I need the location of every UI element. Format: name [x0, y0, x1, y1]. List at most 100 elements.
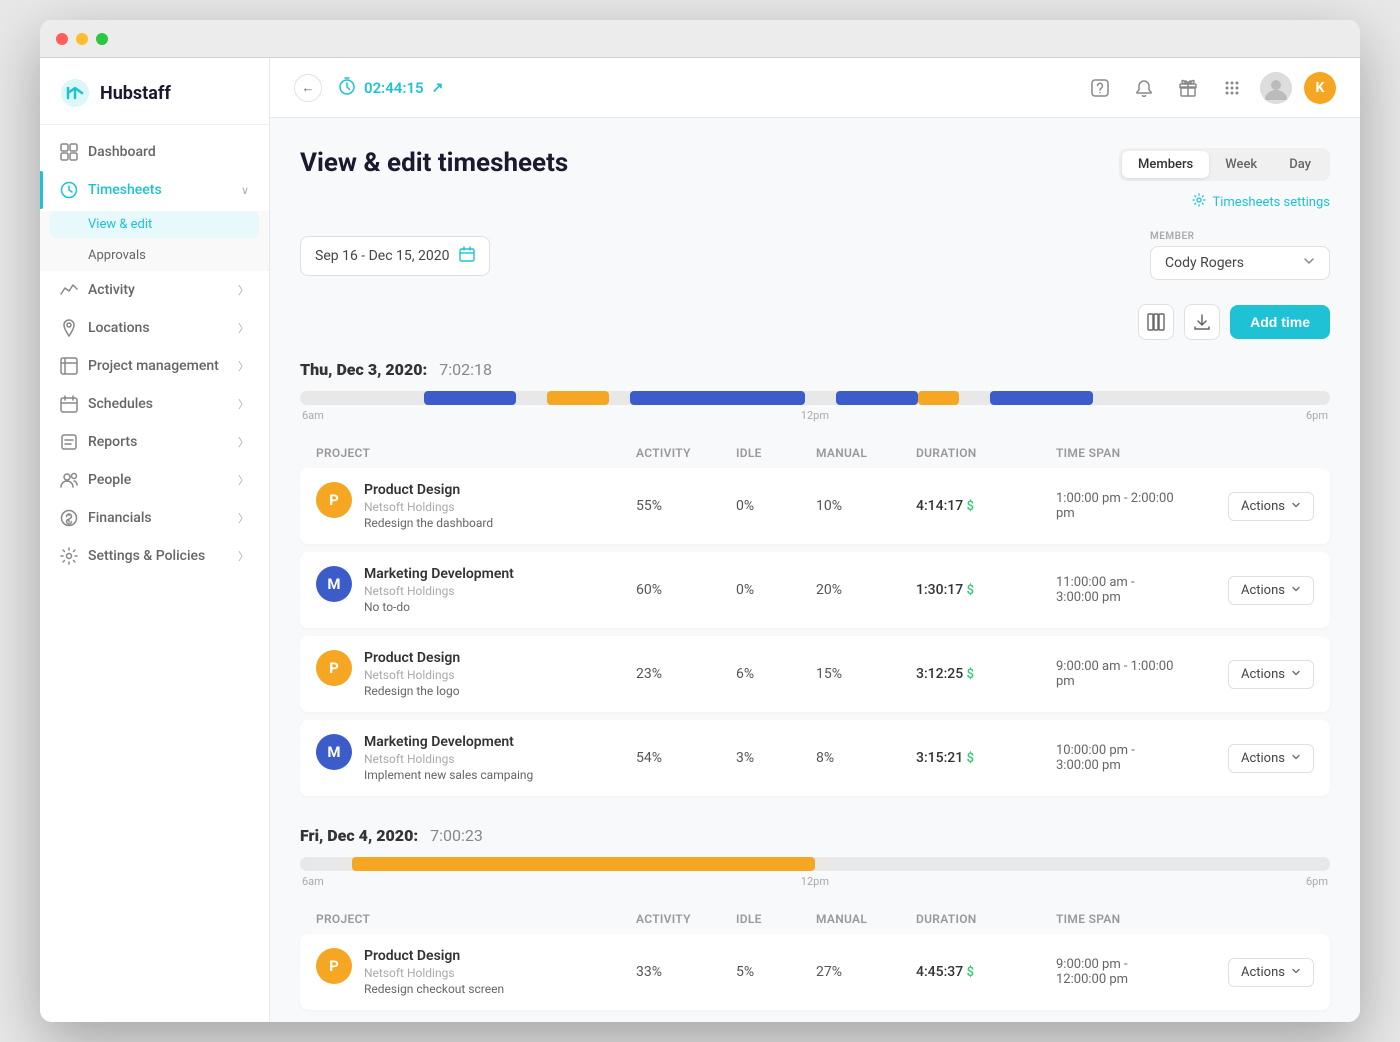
actions-button[interactable]: Actions [1228, 958, 1314, 987]
activity-icon [60, 281, 78, 299]
chevron-right-icon: 〉 [238, 510, 249, 526]
timer-widget: 02:44:15 ↗ [338, 77, 443, 99]
sidebar-item-schedules[interactable]: Schedules 〉 [40, 385, 269, 423]
segment [352, 857, 816, 871]
table-header-2: Project Activity Idle Manual Duration Ti… [300, 904, 1330, 934]
sidebar-item-label: Settings & Policies [88, 548, 205, 564]
date-picker[interactable]: Sep 16 - Dec 15, 2020 [300, 236, 490, 276]
day-header-2: Fri, Dec 4, 2020: 7:00:23 [300, 826, 1330, 845]
sidebar-item-activity[interactable]: Activity 〉 [40, 271, 269, 309]
segment [547, 391, 609, 405]
reports-icon [60, 433, 78, 451]
sidebar-item-settings-policies[interactable]: Settings & Policies 〉 [40, 537, 269, 575]
chevron-down-icon [1291, 583, 1301, 598]
chevron-right-icon: 〉 [238, 548, 249, 564]
close-button[interactable] [56, 33, 68, 45]
project-avatar: P [316, 482, 352, 518]
table-row: M Marketing Development Netsoft Holdings… [300, 552, 1330, 628]
sidebar-item-timesheets[interactable]: Timesheets ∨ [40, 171, 269, 209]
chevron-right-icon: 〉 [238, 434, 249, 450]
table-header-1: Project Activity Idle Manual Duration Ti… [300, 438, 1330, 468]
table-row: P Product Design Netsoft Holdings Redesi… [300, 468, 1330, 544]
fullscreen-button[interactable] [96, 33, 108, 45]
user-avatar[interactable] [1260, 72, 1292, 104]
member-name: Cody Rogers [1165, 255, 1244, 271]
project-management-icon [60, 357, 78, 375]
tab-day[interactable]: Day [1273, 151, 1327, 178]
timer-value: 02:44:15 [364, 79, 424, 97]
gift-button[interactable] [1172, 72, 1204, 104]
day-section-2: Fri, Dec 4, 2020: 7:00:23 6am 12pm 6pm P… [300, 826, 1330, 1010]
back-button[interactable]: ← [294, 74, 322, 102]
sidebar-item-view-edit[interactable]: View & edit [50, 211, 259, 238]
notifications-button[interactable] [1128, 72, 1160, 104]
segment [836, 391, 918, 405]
sidebar-item-dashboard[interactable]: Dashboard [40, 133, 269, 171]
titlebar [40, 20, 1360, 58]
duration-cell: 4:45:37 $ [916, 964, 1056, 980]
sidebar-item-label: People [88, 472, 131, 488]
sidebar-item-reports[interactable]: Reports 〉 [40, 423, 269, 461]
sidebar-item-label: Financials [88, 510, 152, 526]
sidebar-item-label: Project management [88, 358, 219, 374]
actions-button[interactable]: Actions [1228, 660, 1314, 689]
actions-button[interactable]: Actions [1228, 576, 1314, 605]
minimize-button[interactable] [76, 33, 88, 45]
page-title: View & edit timesheets [300, 148, 568, 178]
duration-cell: 4:14:17 $ [916, 498, 1056, 514]
sidebar-item-financials[interactable]: Financials 〉 [40, 499, 269, 537]
timesheets-subnav: View & edit Approvals [40, 211, 269, 271]
sidebar-item-label: Locations [88, 320, 150, 336]
actions-button[interactable]: Actions [1228, 744, 1314, 773]
settings-icon [60, 547, 78, 565]
help-button[interactable] [1084, 72, 1116, 104]
user-k-avatar[interactable]: K [1304, 72, 1336, 104]
download-button[interactable] [1184, 304, 1220, 340]
chevron-right-icon: 〉 [238, 320, 249, 336]
view-tabs: Members Week Day [1119, 148, 1330, 181]
chevron-down-icon [1303, 255, 1315, 271]
people-icon [60, 471, 78, 489]
sidebar-item-locations[interactable]: Locations 〉 [40, 309, 269, 347]
table-row: M Marketing Development Netsoft Holdings… [300, 720, 1330, 796]
toolbar-row: Add time [300, 304, 1330, 340]
columns-button[interactable] [1138, 304, 1174, 340]
sidebar-item-project-management[interactable]: Project management 〉 [40, 347, 269, 385]
timeline-bar-1 [300, 391, 1330, 405]
header-right: Members Week Day [1119, 148, 1330, 211]
page-header: View & edit timesheets Members Week Day [300, 148, 1330, 211]
tab-week[interactable]: Week [1209, 151, 1273, 178]
apps-grid-button[interactable] [1216, 72, 1248, 104]
chevron-right-icon: 〉 [238, 282, 249, 298]
sidebar-item-approvals[interactable]: Approvals [40, 240, 269, 271]
timesheets-icon [60, 181, 78, 199]
chevron-down-icon [1291, 499, 1301, 514]
project-details: Product Design Netsoft Holdings Redesign… [364, 948, 504, 996]
member-dropdown[interactable]: Cody Rogers [1150, 246, 1330, 280]
duration-cell: 1:30:17 $ [916, 582, 1056, 598]
segment [918, 391, 959, 405]
timer-icon [338, 77, 356, 99]
traffic-lights [56, 33, 108, 45]
schedules-icon [60, 395, 78, 413]
timer-expand-icon[interactable]: ↗ [432, 80, 444, 96]
add-time-button[interactable]: Add time [1230, 305, 1330, 339]
app-body: Hubstaff Dashboard [40, 58, 1360, 1022]
sidebar-item-label: Reports [88, 434, 137, 450]
settings-link-label: Timesheets settings [1212, 195, 1330, 210]
member-select-wrap: MEMBER Cody Rogers [1150, 231, 1330, 280]
project-info: P Product Design Netsoft Holdings Redesi… [316, 650, 636, 698]
sidebar-item-label: Dashboard [88, 144, 156, 160]
chevron-down-icon [1291, 751, 1301, 766]
timesheets-settings-link[interactable]: Timesheets settings [1192, 193, 1330, 211]
member-label: MEMBER [1150, 231, 1330, 242]
project-info: M Marketing Development Netsoft Holdings… [316, 734, 636, 782]
actions-button[interactable]: Actions [1228, 492, 1314, 521]
project-info: P Product Design Netsoft Holdings Redesi… [316, 948, 636, 996]
project-avatar: M [316, 734, 352, 770]
timeline-labels-1: 6am 12pm 6pm [300, 409, 1330, 422]
tab-members[interactable]: Members [1122, 151, 1209, 178]
app-name: Hubstaff [100, 83, 171, 104]
sidebar-item-people[interactable]: People 〉 [40, 461, 269, 499]
locations-icon [60, 319, 78, 337]
